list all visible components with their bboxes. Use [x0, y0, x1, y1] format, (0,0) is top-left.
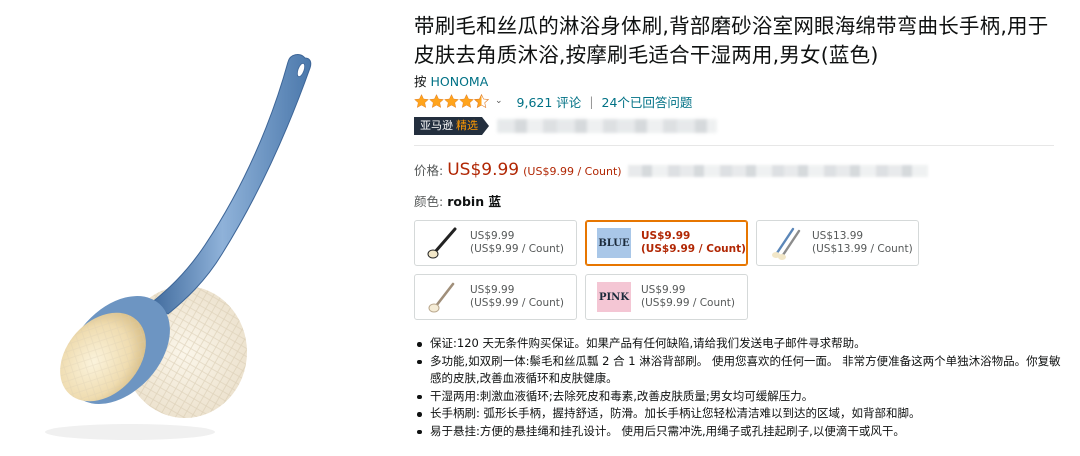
star-icon [414, 94, 429, 108]
feature-bullet: 多功能,如双刷一体:鬃毛和丝瓜瓢 2 合 1 淋浴背部刷。 使用您喜欢的任何一面… [414, 353, 1064, 388]
product-info: 带刷毛和丝瓜的淋浴身体刷,背部磨砂浴室网眼海绵带弯曲长手柄,用于皮肤去角质沐浴,… [414, 12, 1064, 438]
feature-bullet: 保证:120 天无条件购买保证。如果产品有任何缺陷,请给我们发送电子邮件寻求帮助… [414, 335, 1064, 353]
swatch-option[interactable]: PINK US$9.99 (US$9.99 / Count) [585, 274, 748, 320]
amazon-choice-badge[interactable]: 亚马逊 精选 [414, 117, 482, 135]
blue-thumbnail-icon: BLUE [594, 225, 634, 261]
selected-color: robin 蓝 [447, 194, 501, 209]
feature-bullet: 易于悬挂:方便的悬挂绳和挂孔设计。 使用后只需冲洗,用绳子或孔挂起刷子,以便滴干… [414, 423, 1064, 441]
star-icon [429, 94, 444, 108]
swatch-unit: (US$9.99 / Count) [470, 297, 564, 309]
pink-word: PINK [597, 282, 631, 312]
color-label: 颜色: [414, 194, 444, 209]
price-label: 价格: [414, 163, 444, 178]
swatch-option[interactable]: US$13.99 (US$13.99 / Count) [756, 220, 919, 266]
feature-bullet: 干湿两用:刺激血液循环;去除死皮和毒素,改善皮肤质量;男女均可缓解压力。 [414, 388, 1064, 406]
swatch-unit: (US$9.99 / Count) [470, 243, 564, 255]
swatch-option[interactable]: US$9.99 (US$9.99 / Count) [414, 220, 577, 266]
by-label: 按 [414, 74, 427, 89]
swatch-price: US$13.99 [812, 230, 864, 242]
product-image[interactable] [0, 0, 400, 456]
price-value: US$9.99 [447, 160, 520, 180]
badge-prefix: 亚马逊 [420, 119, 453, 132]
swatch-option-selected[interactable]: BLUE US$9.99 (US$9.99 / Count) [585, 220, 748, 266]
chevron-down-icon[interactable]: ⌄ [495, 96, 503, 106]
badge-line: 亚马逊 精选 [414, 116, 1064, 136]
star-icon [459, 94, 474, 108]
blue-word: BLUE [597, 228, 631, 258]
swatch-price: US$9.99 [470, 284, 515, 296]
reviews-link[interactable]: 9,621 评论 [517, 92, 582, 111]
swatch-option[interactable]: US$9.99 (US$9.99 / Count) [414, 274, 577, 320]
rating-line: ⌄ 9,621 评论 | 24个已回答问题 [414, 92, 1064, 110]
feature-bullet: 长手柄刷: 弧形长手柄，握持舒适，防滑。加长手柄让您轻松清洁难以到达的区域，如背… [414, 405, 1064, 423]
price-line: 价格: US$9.99 (US$9.99 / Count) [414, 160, 1064, 182]
bath-brush-image [45, 54, 312, 440]
brush-pair-thumbnail-icon [765, 225, 805, 261]
divider [414, 145, 1054, 146]
swatch-unit: (US$13.99 / Count) [812, 243, 913, 255]
pink-thumbnail-icon: PINK [594, 279, 634, 315]
star-rating[interactable] [414, 94, 489, 108]
blurred-badge-text [497, 119, 717, 133]
price-unit: (US$9.99 / Count) [523, 165, 622, 178]
swatch-unit: (US$9.99 / Count) [641, 243, 746, 255]
swatch-unit: (US$9.99 / Count) [641, 297, 735, 309]
swatch-price: US$9.99 [641, 230, 691, 242]
answered-questions-link[interactable]: 24个已回答问题 [602, 92, 693, 111]
swatch-price: US$9.99 [470, 230, 515, 242]
product-title: 带刷毛和丝瓜的淋浴身体刷,背部磨砂浴室网眼海绵带弯曲长手柄,用于皮肤去角质沐浴,… [414, 14, 1049, 67]
color-line: 颜色: robin 蓝 [414, 191, 1064, 209]
blurred-price-note [627, 165, 928, 177]
swatch-price: US$9.99 [641, 284, 686, 296]
feature-bullets: 保证:120 天无条件购买保证。如果产品有任何缺陷,请给我们发送电子邮件寻求帮助… [414, 335, 1064, 440]
half-star-icon [474, 94, 489, 108]
brand-link[interactable]: HONOMA [431, 74, 489, 89]
brush-thumbnail-icon [423, 225, 463, 261]
beige-brush-thumbnail-icon [423, 279, 463, 315]
color-swatches: US$9.99 (US$9.99 / Count) BLUE US$9.99 (… [414, 220, 1064, 330]
separator: | [589, 93, 594, 109]
badge-tail [482, 117, 489, 135]
brand-line: 按 HONOMA [414, 74, 1064, 90]
badge-choice: 精选 [456, 119, 478, 132]
star-icon [444, 94, 459, 108]
